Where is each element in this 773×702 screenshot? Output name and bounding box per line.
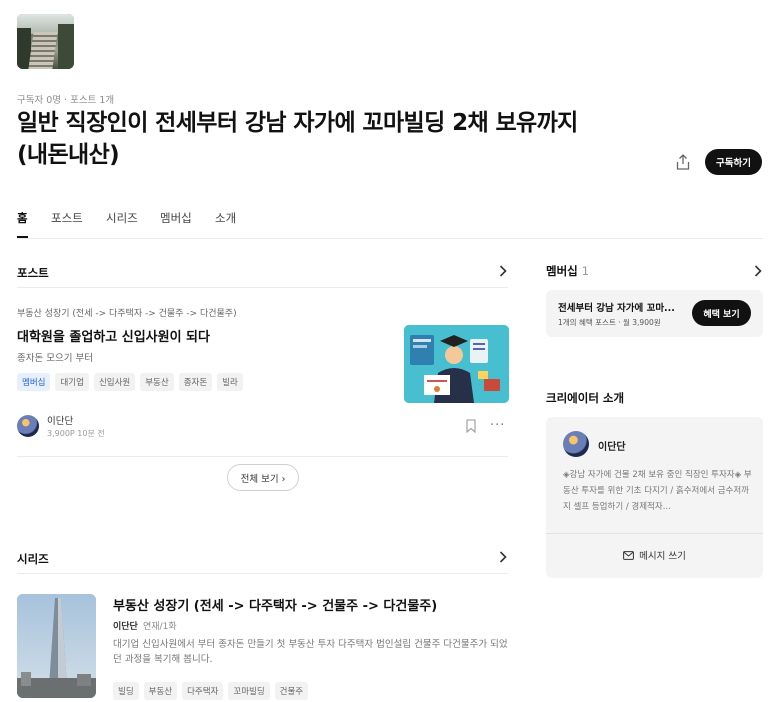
more-icon[interactable]: ··· — [490, 418, 505, 433]
tag[interactable]: 다주택자 — [182, 682, 224, 700]
posts-section-title: 포스트 — [17, 266, 49, 280]
post-meta: 3,900P 10분 전 — [47, 429, 105, 438]
membership-section-header[interactable]: 멤버십 1 — [546, 261, 763, 281]
series-section-header[interactable]: 시리즈 — [17, 544, 508, 574]
post-title[interactable]: 대학원을 졸업하고 신입사원이 되다 — [17, 326, 210, 345]
creator-section-header: 크리에이터 소개 — [546, 388, 763, 408]
send-message-label: 메시지 쓰기 — [639, 551, 686, 562]
series-section-title: 시리즈 — [17, 552, 49, 566]
series-tags: 빌딩 부동산 다주택자 꼬마빌딩 건물주 — [113, 682, 309, 700]
series-episode-count: 연재/1화 — [143, 622, 177, 632]
divider — [546, 533, 763, 534]
tag[interactable]: 신입사원 — [93, 373, 136, 391]
tag[interactable]: 꼬마빌딩 — [228, 682, 270, 700]
tab-membership[interactable]: 멤버십 — [160, 210, 192, 226]
series-cover-image[interactable] — [17, 594, 96, 698]
membership-card-info: 1개의 혜택 포스트 · 월 3,900원 — [558, 318, 661, 327]
series-description: 대기업 신입사원에서 부터 종자돈 만들기 첫 부동산 투자 다주택자 법인설립… — [113, 639, 508, 665]
page-title: 일반 직장인이 전세부터 강남 자가에 꼬마빌딩 2채 보유까지 (내돈내산) — [17, 110, 578, 168]
membership-card-title: 전세부터 강남 자가에 꼬마... — [558, 303, 675, 314]
subscribe-button[interactable]: 구독하기 — [705, 149, 762, 175]
tag[interactable]: 부동산 — [140, 373, 174, 391]
post-author-name[interactable]: 이단단 — [47, 413, 73, 427]
post-tags: 멤버십 대기업 신입사원 부동산 종자돈 빌라 — [17, 373, 243, 391]
bookmark-icon[interactable] — [465, 419, 477, 433]
creator-avatar[interactable] — [563, 431, 589, 457]
creator-card: 이단단 ◈강남 자가에 건물 2채 보유 중인 직장인 투자자◈ 부동산 투자를… — [546, 417, 763, 578]
posts-section-header[interactable]: 포스트 — [17, 258, 508, 288]
tab-posts[interactable]: 포스트 — [51, 210, 83, 226]
mail-icon — [623, 550, 635, 560]
chevron-right-icon[interactable] — [753, 264, 763, 278]
avatar[interactable] — [17, 415, 39, 437]
membership-section-title: 멤버십 1 — [546, 264, 590, 278]
tab-home[interactable]: 홈 — [17, 210, 28, 226]
chevron-right-icon[interactable] — [498, 550, 508, 564]
creator-section-title: 크리에이터 소개 — [546, 391, 625, 405]
series-title[interactable]: 부동산 성장기 (전세 -> 다주택자 -> 건물주 -> 다건물주) — [113, 595, 437, 614]
tab-series[interactable]: 시리즈 — [106, 210, 138, 226]
tag[interactable]: 건물주 — [274, 682, 309, 700]
membership-count: 1 — [581, 264, 590, 278]
chevron-right-icon[interactable] — [498, 264, 508, 278]
post-subtitle: 종자돈 모으기 부터 — [17, 353, 93, 364]
creator-name[interactable]: 이단단 — [598, 438, 626, 453]
tag[interactable]: 종자돈 — [178, 373, 213, 391]
tag[interactable]: 부동산 — [143, 682, 178, 700]
divider — [17, 456, 508, 457]
tab-bar: 홈 포스트 시리즈 멤버십 소개 — [17, 205, 763, 239]
membership-card[interactable]: 전세부터 강남 자가에 꼬마... 1개의 혜택 포스트 · 월 3,900원 … — [546, 290, 763, 337]
creator-description: ◈강남 자가에 건물 2채 보유 중인 직장인 투자자◈ 부동산 투자를 위한 … — [563, 470, 752, 512]
post-series-breadcrumb[interactable]: 부동산 성장기 (전세 -> 다주택자 -> 건물주 -> 다건물주) — [17, 306, 237, 319]
tab-about[interactable]: 소개 — [215, 210, 236, 226]
subscriber-stats: 구독자 0명 · 포스트 1개 — [17, 95, 115, 106]
post-thumbnail[interactable] — [404, 325, 509, 403]
tag[interactable]: 빌라 — [217, 373, 243, 391]
series-author[interactable]: 이단단 — [113, 619, 138, 632]
view-all-button[interactable]: 전체 보기 › — [227, 464, 299, 491]
send-message-button[interactable]: 메시지 쓰기 — [546, 535, 763, 575]
tag[interactable]: 빌딩 — [113, 682, 139, 700]
tag[interactable]: 대기업 — [55, 373, 89, 391]
view-benefits-button[interactable]: 혜택 보기 — [692, 300, 751, 326]
share-icon[interactable] — [674, 153, 692, 171]
tag-membership[interactable]: 멤버십 — [17, 373, 51, 391]
blog-cover-image — [17, 14, 74, 69]
active-tab-indicator — [17, 236, 28, 238]
